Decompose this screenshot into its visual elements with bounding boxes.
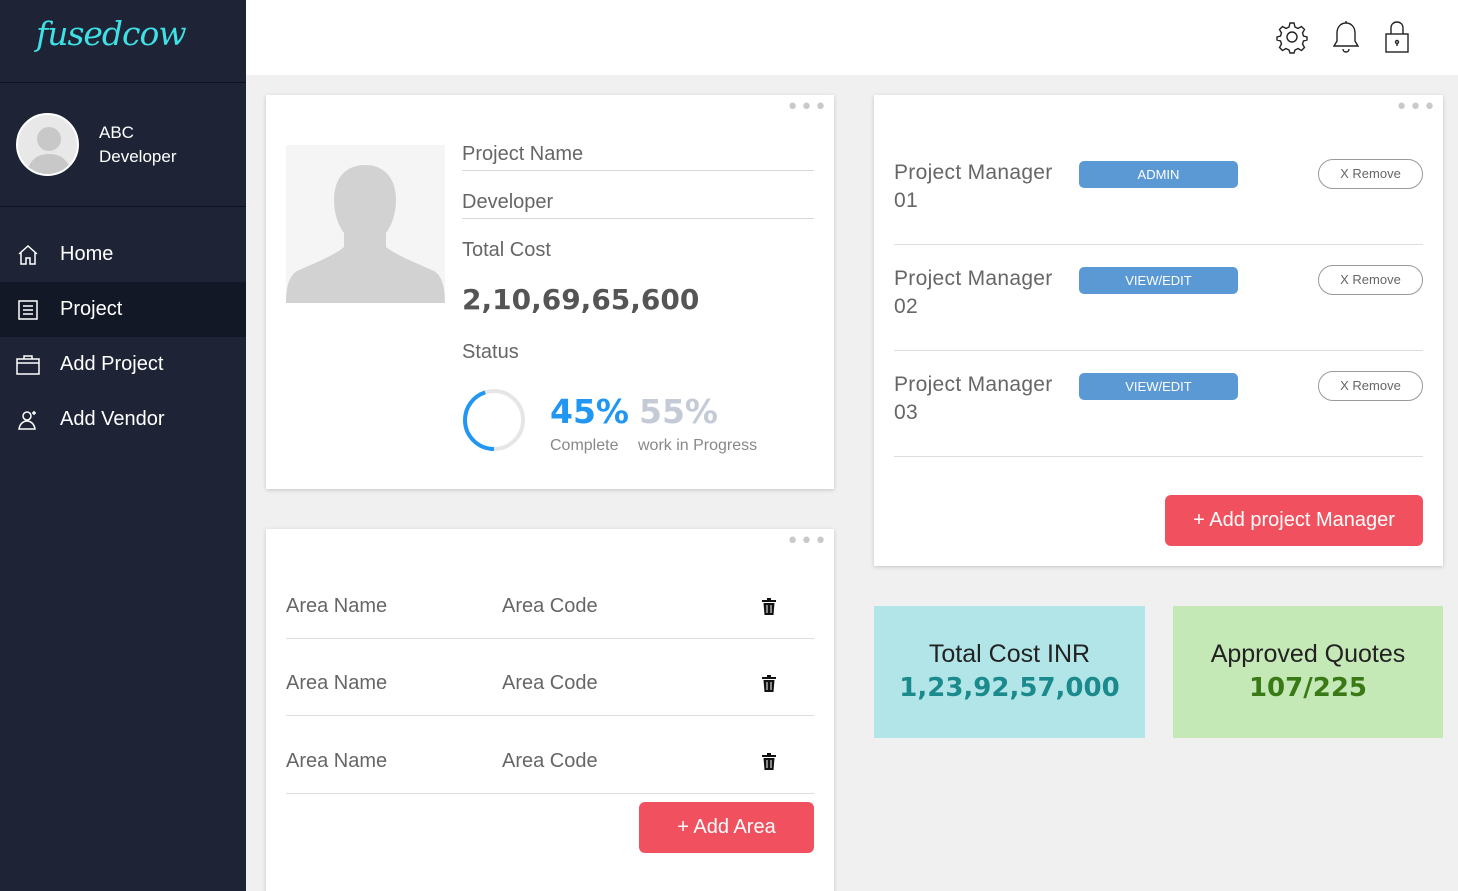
total-cost-value: 2,10,69,65,600 <box>462 283 700 316</box>
remove-button[interactable]: X Remove <box>1318 159 1423 189</box>
total-cost-inr-value: 1,23,92,57,000 <box>899 673 1120 703</box>
project-name-field[interactable]: Project Name <box>462 143 814 171</box>
total-cost-inr-tile: Total Cost INR 1,23,92,57,000 <box>874 606 1145 738</box>
user-add-icon <box>15 407 41 433</box>
manager-role-button[interactable]: ADMIN <box>1079 161 1238 188</box>
approved-quotes-label: Approved Quotes <box>1210 640 1406 668</box>
progress-ring <box>463 389 525 451</box>
gear-icon[interactable] <box>1276 20 1310 56</box>
lock-icon[interactable] <box>1383 20 1417 56</box>
sidebar-nav: Home Project Add Project Add Vendor <box>0 227 246 447</box>
sidebar-item-add-vendor[interactable]: Add Vendor <box>0 392 246 447</box>
list-icon <box>15 297 41 323</box>
project-details-card: ••• Project Name Developer Total Cost 2,… <box>266 95 834 489</box>
area-row: Area Name Area Code <box>286 672 814 716</box>
manager-name: Project Manager 01 <box>894 159 1064 215</box>
approved-quotes-value: 107/225 <box>1248 673 1368 703</box>
manager-name-line2: 03 <box>894 401 918 424</box>
total-cost-inr-label: Total Cost INR <box>928 640 1091 668</box>
area-code-field[interactable]: Area Code <box>502 750 598 773</box>
app-logo[interactable]: fusedcow <box>36 14 187 53</box>
status-label: Status <box>462 341 519 363</box>
more-options-icon[interactable]: ••• <box>786 97 828 119</box>
complete-percent: 45% <box>550 392 629 431</box>
complete-label: Complete <box>550 437 619 454</box>
sidebar-item-add-project[interactable]: Add Project <box>0 337 246 392</box>
area-name-field[interactable]: Area Name <box>286 595 387 618</box>
avatar[interactable] <box>16 113 79 176</box>
area-row: Area Name Area Code <box>286 595 814 639</box>
progress-label: work in Progress <box>638 437 758 454</box>
manager-row: Project Manager 02 VIEW/EDIT X Remove <box>894 265 1423 351</box>
trash-icon[interactable] <box>762 598 776 621</box>
sidebar-item-label: Project <box>60 298 123 320</box>
area-code-field[interactable]: Area Code <box>502 672 598 695</box>
developer-field[interactable]: Developer <box>462 191 814 219</box>
user-name: ABC <box>99 122 134 142</box>
manager-role-button[interactable]: VIEW/EDIT <box>1079 373 1238 400</box>
approved-quotes-tile: Approved Quotes 107/225 <box>1173 606 1443 738</box>
manager-name-line1: Project Manager <box>894 373 1053 396</box>
manager-row: Project Manager 01 ADMIN X Remove <box>894 159 1423 245</box>
manager-name-line2: 02 <box>894 295 918 318</box>
trash-icon[interactable] <box>762 753 776 776</box>
manager-name-line1: Project Manager <box>894 161 1053 184</box>
briefcase-icon <box>15 352 41 378</box>
manager-name-line2: 01 <box>894 189 918 212</box>
manager-role-button[interactable]: VIEW/EDIT <box>1079 267 1238 294</box>
more-options-icon[interactable]: ••• <box>1395 97 1437 119</box>
add-area-button[interactable]: + Add Area <box>639 802 814 853</box>
home-icon <box>15 242 41 268</box>
areas-card: ••• Area Name Area Code Area Name Area C… <box>266 529 834 891</box>
trash-icon[interactable] <box>762 675 776 698</box>
manager-row: Project Manager 03 VIEW/EDIT X Remove <box>894 371 1423 457</box>
sidebar-item-home[interactable]: Home <box>0 227 246 282</box>
sidebar-item-label: Add Project <box>60 353 164 375</box>
sidebar: fusedcow ABC Developer Home Project Add … <box>0 0 246 891</box>
area-name-field[interactable]: Area Name <box>286 672 387 695</box>
manager-name: Project Manager 02 <box>894 265 1064 321</box>
remove-button[interactable]: X Remove <box>1318 371 1423 401</box>
total-cost-label: Total Cost <box>462 239 551 261</box>
more-options-icon[interactable]: ••• <box>786 531 828 553</box>
sidebar-item-project[interactable]: Project <box>0 282 246 337</box>
sidebar-item-label: Home <box>60 243 114 265</box>
area-name-field[interactable]: Area Name <box>286 750 387 773</box>
area-code-field[interactable]: Area Code <box>502 595 598 618</box>
manager-name: Project Manager 03 <box>894 371 1064 427</box>
user-profile: ABC Developer <box>0 83 246 207</box>
logo-area: fusedcow <box>0 0 246 83</box>
top-bar <box>246 0 1458 75</box>
remove-button[interactable]: X Remove <box>1318 265 1423 295</box>
area-row: Area Name Area Code <box>286 750 814 794</box>
add-project-manager-button[interactable]: + Add project Manager <box>1165 495 1423 546</box>
person-silhouette-icon <box>286 165 445 303</box>
project-managers-card: ••• Project Manager 01 ADMIN X Remove Pr… <box>874 95 1443 566</box>
manager-name-line1: Project Manager <box>894 267 1053 290</box>
progress-percent: 55% <box>639 392 718 431</box>
project-image-placeholder <box>286 145 445 303</box>
user-role: Developer <box>99 146 177 166</box>
user-silhouette-icon <box>26 127 72 174</box>
sidebar-item-label: Add Vendor <box>60 408 165 430</box>
bell-icon[interactable] <box>1331 20 1365 56</box>
